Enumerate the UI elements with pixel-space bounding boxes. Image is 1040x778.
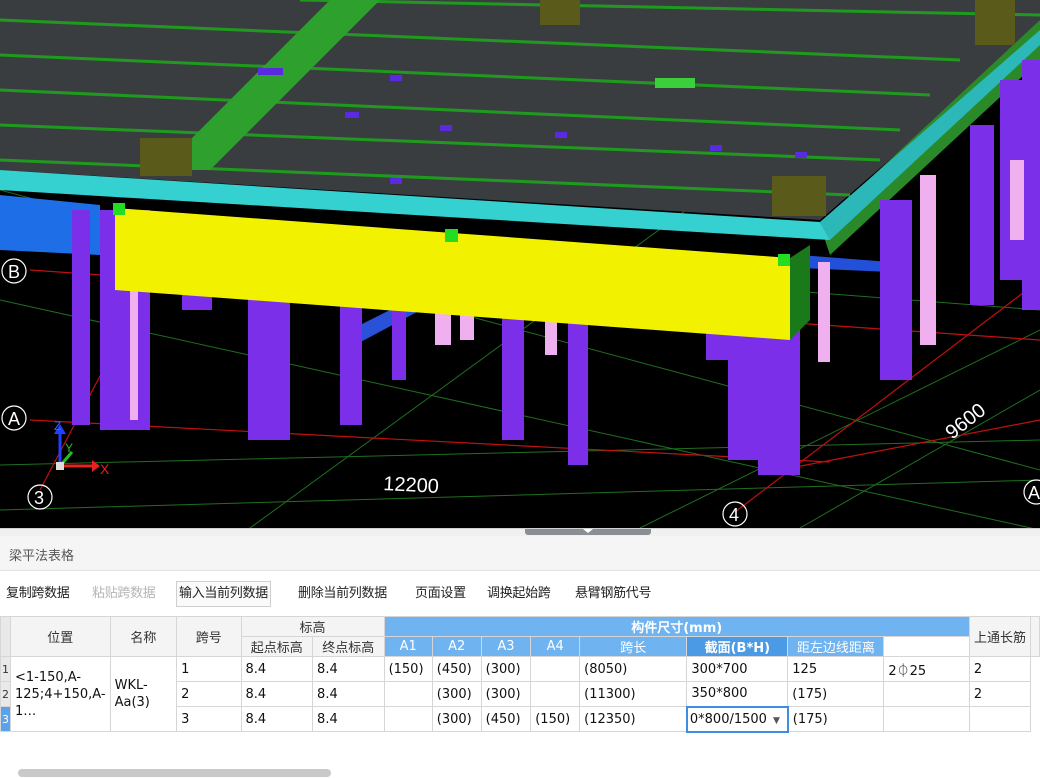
delete-current-column-button[interactable]: 删除当前列数据 — [296, 581, 389, 607]
cell-end-elev[interactable]: 8.4 — [312, 706, 385, 732]
col-header-a1[interactable]: A1 — [383, 636, 433, 657]
selected-beam-end — [790, 245, 810, 340]
col-header-section[interactable]: 截面(B*H) — [686, 636, 789, 657]
beam-table-panel: 梁平法表格 复制跨数据 粘贴跨数据 输入当前列数据 删除当前列数据 页面设置 调… — [0, 536, 1040, 778]
svg-text:X: X — [100, 461, 110, 477]
col-header-top-bar[interactable]: 上通长筋 — [968, 616, 1032, 657]
swap-start-span-button[interactable]: 调换起始跨 — [485, 581, 553, 607]
cell-top-bar[interactable]: 2⏀25 — [883, 656, 970, 682]
svg-text:B: B — [8, 262, 20, 282]
col-header-a2[interactable]: A2 — [431, 636, 482, 657]
cell-a2[interactable]: (450) — [431, 656, 482, 682]
dimension-12200: 12200 — [383, 473, 440, 498]
cell-a1[interactable] — [383, 681, 433, 707]
cell-a4[interactable]: (150) — [530, 706, 581, 732]
dimension-9600: 9600 — [942, 399, 991, 444]
table-row[interactable]: 1 <1-150,A-125;4+150,A-1… WKL-Aa(3) 1 8.… — [0, 656, 1040, 732]
col-group-elevation: 标高 — [240, 616, 385, 637]
row-number[interactable]: 1 — [0, 656, 11, 682]
3d-viewport[interactable]: B A 3 4 A 12200 9600 X Y Z — [0, 0, 1040, 528]
cell-span-length[interactable]: (8050) — [579, 656, 688, 682]
cell-span-length[interactable]: (12350) — [579, 706, 688, 732]
cell-top-bar[interactable] — [883, 706, 970, 732]
input-current-column-button[interactable]: 输入当前列数据 — [176, 581, 271, 607]
corner-cell — [0, 616, 11, 657]
svg-text:A: A — [8, 409, 20, 429]
blue-beam-right — [800, 255, 890, 272]
svg-text:3: 3 — [34, 488, 44, 508]
cell-overflow[interactable]: 2 — [968, 681, 1032, 707]
cell-a1[interactable] — [383, 706, 433, 732]
cantilever-rebar-code-button[interactable]: 悬臂钢筋代号 — [573, 581, 653, 607]
cell-a3[interactable]: (300) — [480, 681, 532, 707]
cell-start-elev[interactable]: 8.4 — [240, 656, 314, 682]
chevron-down-icon — [583, 529, 593, 533]
cell-end-elev[interactable]: 8.4 — [312, 681, 385, 707]
cell-a2[interactable]: (300) — [431, 681, 482, 707]
cell-a1[interactable]: (150) — [383, 656, 433, 682]
panel-title: 梁平法表格 — [9, 549, 75, 564]
col-header-position[interactable]: 位置 — [10, 616, 111, 657]
axis-bubble-4: 4 — [722, 501, 748, 527]
col-group-size: 构件尺寸(mm) — [383, 616, 970, 637]
cell-position[interactable]: <1-150,A-125;4+150,A-1… — [10, 656, 111, 732]
col-header-span-no[interactable]: 跨号 — [176, 616, 242, 657]
cell-left-distance[interactable]: 125 — [787, 656, 885, 682]
page-setup-button[interactable]: 页面设置 — [413, 581, 468, 607]
cell-a2[interactable]: (300) — [431, 706, 482, 732]
axis-bubble-b: B — [1, 258, 27, 284]
cell-span-no[interactable]: 2 — [176, 681, 242, 707]
col-header-overflow — [1030, 616, 1040, 657]
col-header-left-distance[interactable]: 距左边线距离 — [787, 636, 885, 657]
cell-a3[interactable]: (300) — [480, 656, 532, 682]
row-number[interactable]: 3 — [0, 706, 11, 732]
cell-overflow[interactable] — [968, 706, 1032, 732]
col-header-name[interactable]: 名称 — [109, 616, 178, 657]
col-header-start-elev[interactable]: 起点标高 — [240, 636, 314, 657]
cell-section-editing[interactable]: 0*800/1500 ▼ — [685, 705, 789, 733]
cell-section[interactable]: 300*700 — [686, 656, 789, 682]
cell-a3[interactable]: (450) — [480, 706, 532, 732]
cell-left-distance[interactable]: (175) — [787, 706, 885, 732]
svg-text:4: 4 — [729, 505, 739, 525]
copy-span-data-button[interactable]: 复制跨数据 — [4, 581, 72, 607]
col-header-a3[interactable]: A3 — [480, 636, 532, 657]
cell-a4[interactable] — [530, 681, 581, 707]
cell-start-elev[interactable]: 8.4 — [240, 706, 314, 732]
paste-span-data-button[interactable]: 粘贴跨数据 — [90, 581, 158, 607]
row-number[interactable]: 2 — [0, 681, 11, 707]
cell-name[interactable]: WKL-Aa(3) — [109, 656, 178, 732]
section-edit-value[interactable]: 0*800/1500 — [690, 712, 767, 727]
slab-opening — [655, 78, 695, 88]
beam-table: 位置 名称 跨号 标高 构件尺寸(mm) 上通长筋 起点标高 终点标高 A1 A… — [0, 616, 1040, 733]
cell-left-distance[interactable]: (175) — [787, 681, 885, 707]
cell-span-no[interactable]: 3 — [176, 706, 242, 732]
horizontal-scrollbar[interactable] — [18, 769, 331, 777]
svg-text:A: A — [1028, 483, 1040, 503]
axis-bubble-a-right: A — [1023, 479, 1040, 505]
panel-title-bar: 梁平法表格 — [0, 536, 1040, 571]
col-header-span-length[interactable]: 跨长 — [579, 636, 688, 657]
cell-a4[interactable] — [530, 656, 581, 682]
toolbar: 复制跨数据 粘贴跨数据 输入当前列数据 删除当前列数据 页面设置 调换起始跨 悬… — [0, 581, 1040, 609]
cell-overflow[interactable]: 2 — [968, 656, 1032, 682]
col-header-a4[interactable]: A4 — [530, 636, 581, 657]
cell-end-elev[interactable]: 8.4 — [312, 656, 385, 682]
svg-text:Y: Y — [65, 441, 73, 455]
svg-text:Z: Z — [54, 419, 61, 433]
cell-start-elev[interactable]: 8.4 — [240, 681, 314, 707]
col-header-end-elev[interactable]: 终点标高 — [312, 636, 385, 657]
axis-bubble-a: A — [1, 405, 27, 431]
axis-bubble-3: 3 — [27, 484, 53, 510]
cell-top-bar[interactable] — [883, 681, 970, 707]
cell-span-no[interactable]: 1 — [176, 656, 242, 682]
cell-span-length[interactable]: (11300) — [579, 681, 688, 707]
cell-section[interactable]: 350*800 — [686, 681, 789, 707]
dropdown-arrow-icon[interactable]: ▼ — [773, 716, 780, 726]
